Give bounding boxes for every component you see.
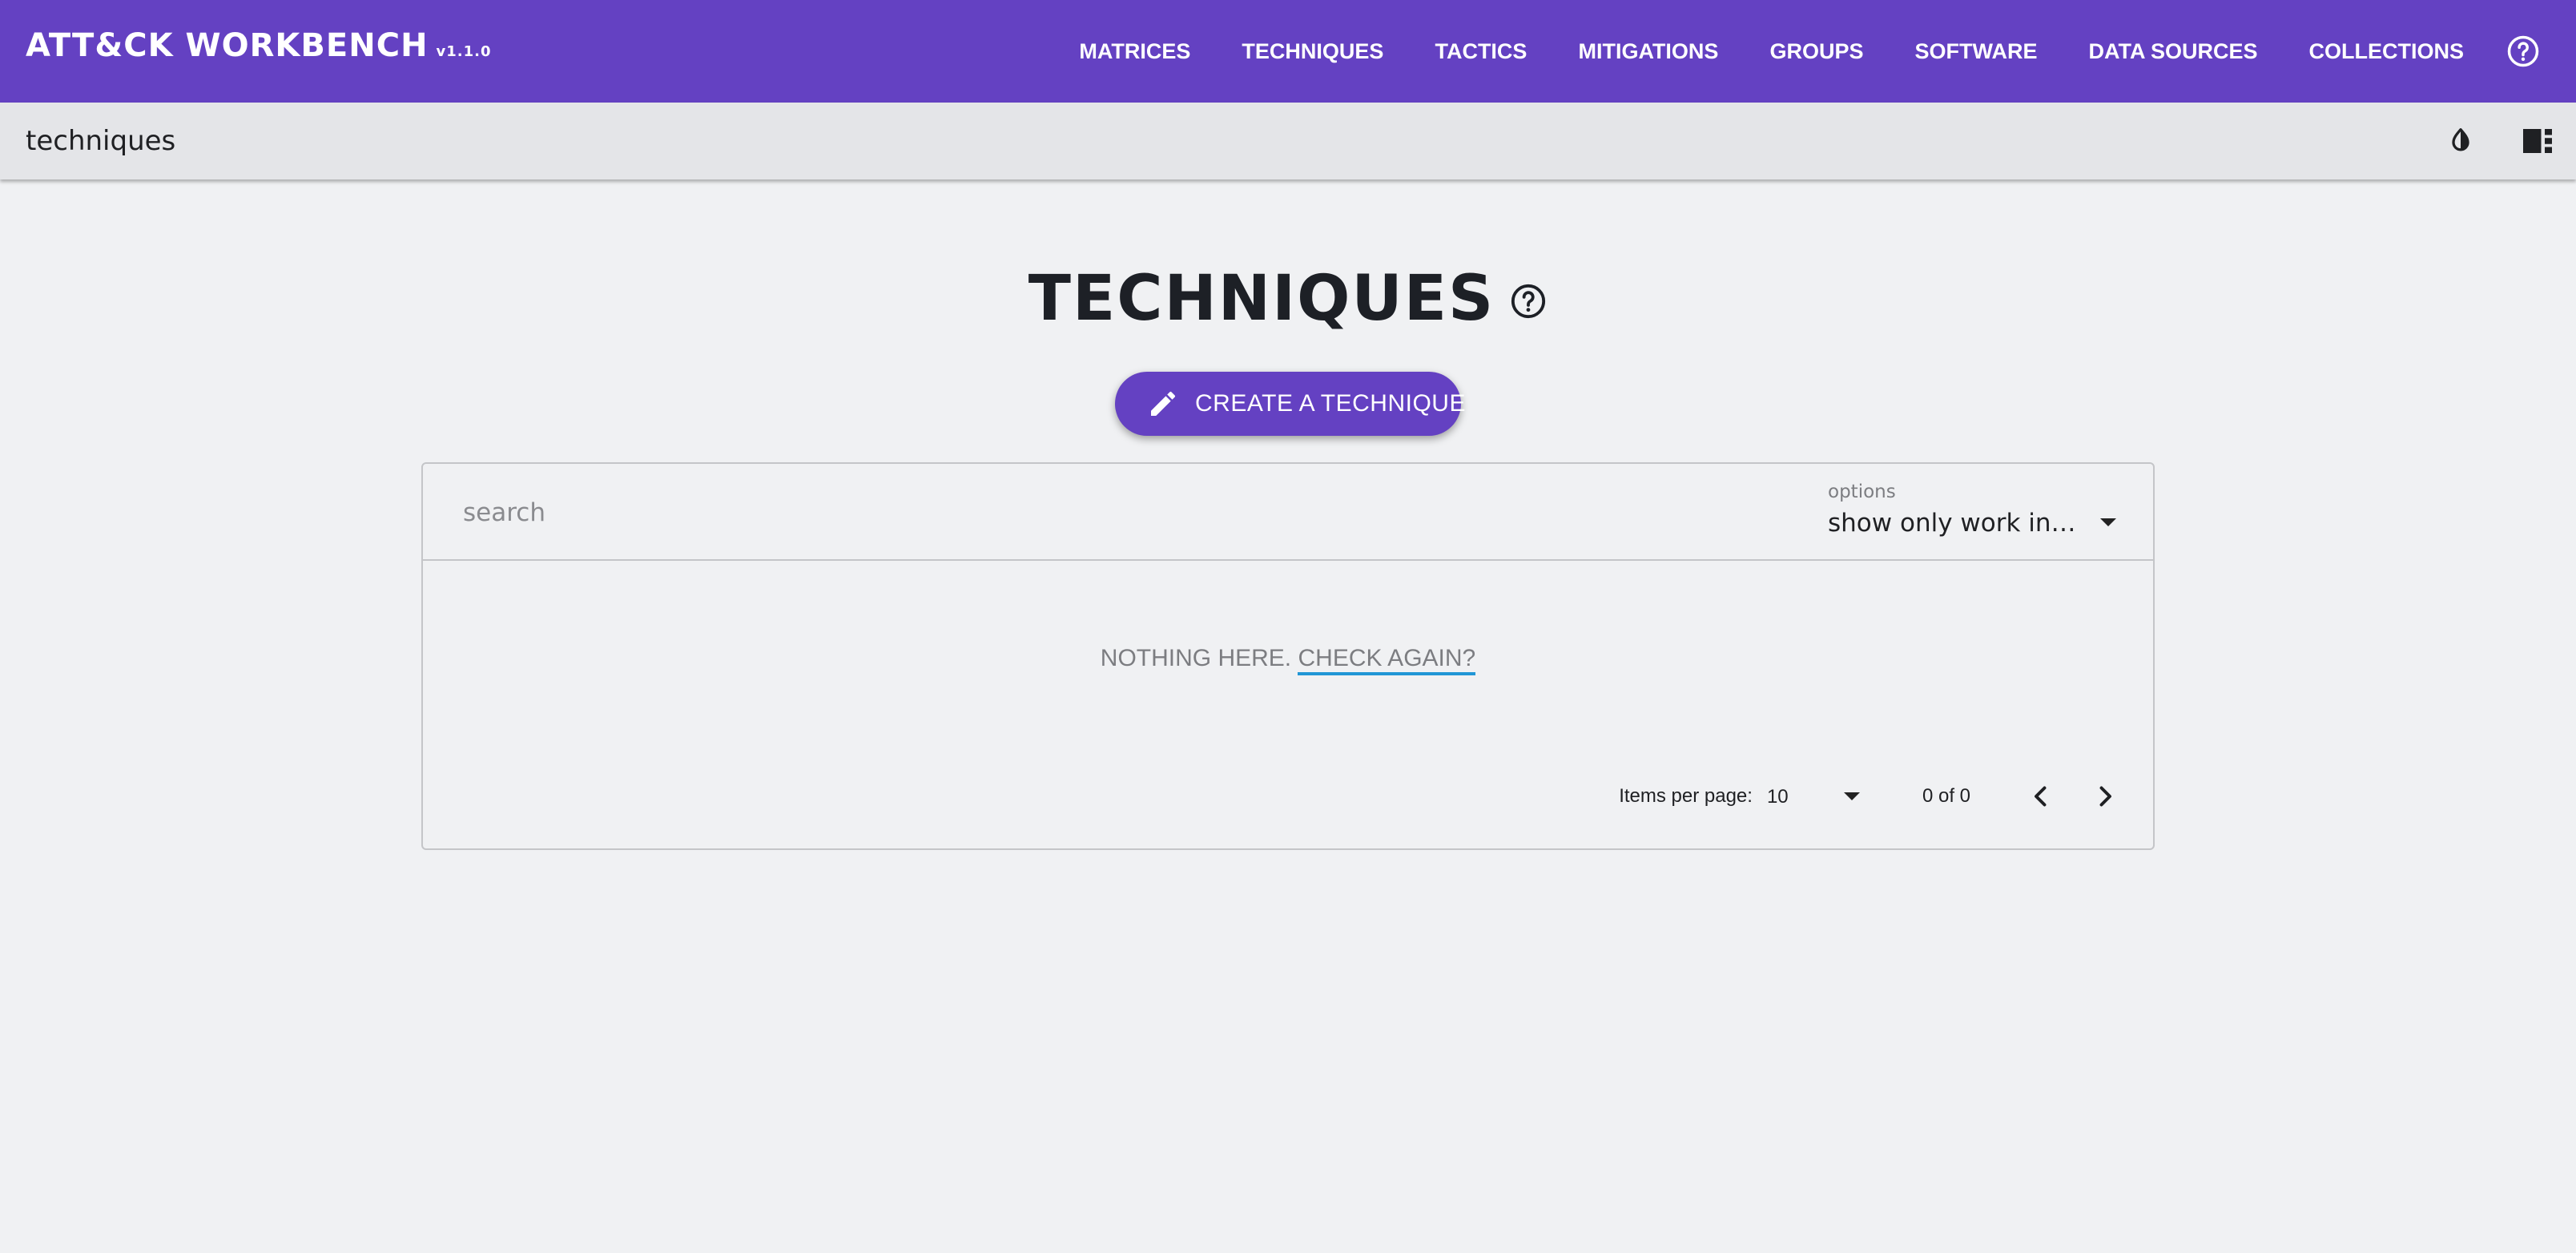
items-per-page-value: 10 (1766, 786, 1789, 808)
table-toolbar: options show only work in progress (423, 464, 2153, 561)
search-input[interactable] (461, 493, 1663, 533)
next-page-button[interactable] (2086, 777, 2124, 816)
brand-version: v1.1.0 (436, 43, 492, 60)
nav-software[interactable]: SOFTWARE (1889, 39, 2063, 64)
create-technique-button[interactable]: CREATE A TECHNIQUE (1115, 372, 1465, 436)
options-select[interactable]: options show only work in progress (1828, 481, 2116, 546)
nav-matrices[interactable]: MATRICES (1053, 39, 1216, 64)
sidebar-toggle-icon[interactable] (2518, 122, 2557, 160)
brand-title: ATT&CK WORKBENCH (26, 27, 429, 64)
chevron-left-icon (2035, 786, 2047, 807)
items-per-page-label: Items per page: (1619, 785, 1753, 807)
chevron-right-icon (2099, 786, 2111, 807)
sub-header: techniques (0, 103, 2576, 179)
nav-mitigations[interactable]: MITIGATIONS (1552, 39, 1744, 64)
range-label: 0 of 0 (1922, 785, 1970, 807)
techniques-table-card: options show only work in progress NOTHI… (421, 462, 2155, 850)
nav-data-sources[interactable]: DATA SOURCES (2063, 39, 2283, 64)
help-circle-icon[interactable] (2504, 32, 2542, 71)
subheader-title: techniques (26, 125, 176, 157)
nav-links: MATRICES TECHNIQUES TACTICS MITIGATIONS … (1053, 0, 2576, 103)
check-again-link[interactable]: CHECK AGAIN? (1298, 645, 1476, 675)
empty-text: NOTHING HERE. (1100, 645, 1292, 671)
page-title-row: TECHNIQUES (0, 263, 2576, 335)
options-value: show only work in progress (1828, 509, 2083, 538)
pencil-icon (1147, 385, 1179, 423)
help-circle-icon[interactable] (1509, 282, 1548, 320)
options-label: options (1828, 481, 1896, 502)
previous-page-button[interactable] (2022, 777, 2060, 816)
page-title: TECHNIQUES (1028, 263, 1495, 335)
theme-contrast-icon[interactable] (2441, 122, 2480, 160)
chevron-down-icon (2100, 518, 2116, 526)
brand[interactable]: ATT&CK WORKBENCH v1.1.0 (26, 27, 492, 64)
nav-collections[interactable]: COLLECTIONS (2284, 39, 2490, 64)
items-per-page-select[interactable]: 10 (1767, 776, 1860, 816)
top-nav-bar: ATT&CK WORKBENCH v1.1.0 MATRICES TECHNIQ… (0, 0, 2576, 103)
create-technique-label: CREATE A TECHNIQUE (1195, 390, 1466, 417)
paginator: Items per page: 10 0 of 0 (1619, 776, 2124, 816)
chevron-down-icon (1843, 792, 1860, 800)
nav-techniques[interactable]: TECHNIQUES (1216, 39, 1409, 64)
nav-tactics[interactable]: TACTICS (1409, 39, 1552, 64)
empty-state: NOTHING HERE. CHECK AGAIN? (423, 645, 2153, 675)
nav-groups[interactable]: GROUPS (1744, 39, 1889, 64)
